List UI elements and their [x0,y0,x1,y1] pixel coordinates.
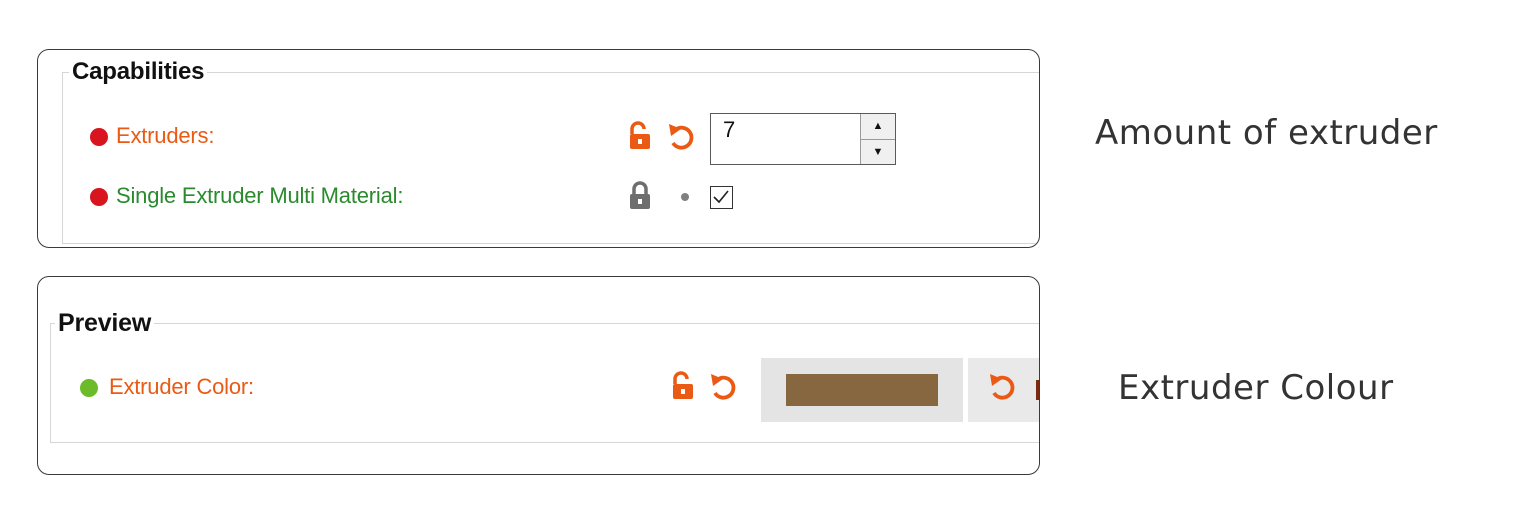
capabilities-panel: Capabilities Extruders: 7 ▲ ▼ Single Ext… [37,49,1040,248]
undo-arrow-icon [988,371,1016,406]
spin-down-button[interactable]: ▼ [861,140,895,165]
extruders-label: Extruders: [116,123,215,148]
extruders-row: Extruders: 7 ▲ ▼ [38,113,1039,165]
extruder-color-label: Extruder Color: [109,374,254,399]
capabilities-title: Capabilities [72,58,205,85]
extruders-value: 7 [723,117,736,142]
color-swatch [786,374,938,406]
undo-arrow-icon[interactable] [709,371,737,406]
unlocked-lock-icon[interactable] [671,371,695,406]
extruders-spin-input[interactable]: 7 ▲ ▼ [710,113,896,165]
undo-arrow-icon[interactable] [667,121,695,156]
status-dot-icon [90,128,108,146]
single-extruder-mm-checkbox[interactable] [710,186,733,209]
color-reset-button[interactable] [968,358,1039,422]
single-extruder-mm-label: Single Extruder Multi Material: [116,183,404,208]
extruder-color-row: Extruder Color: [38,358,1039,422]
locked-lock-icon[interactable] [628,181,652,216]
clipped-icon-fragment [1036,380,1039,400]
annotation-amount: Amount of extruder [1095,113,1438,153]
gray-bullet-icon [681,193,689,201]
single-extruder-mm-row: Single Extruder Multi Material: [38,179,1039,215]
status-dot-icon [80,379,98,397]
preview-title: Preview [58,309,152,337]
annotation-colour: Extruder Colour [1118,368,1394,408]
extruder-color-button[interactable] [761,358,963,422]
spin-up-button[interactable]: ▲ [861,114,895,140]
preview-panel: Preview Extruder Color: [37,276,1040,475]
status-dot-icon [90,188,108,206]
unlocked-lock-icon[interactable] [628,121,652,156]
spin-buttons: ▲ ▼ [860,114,895,164]
